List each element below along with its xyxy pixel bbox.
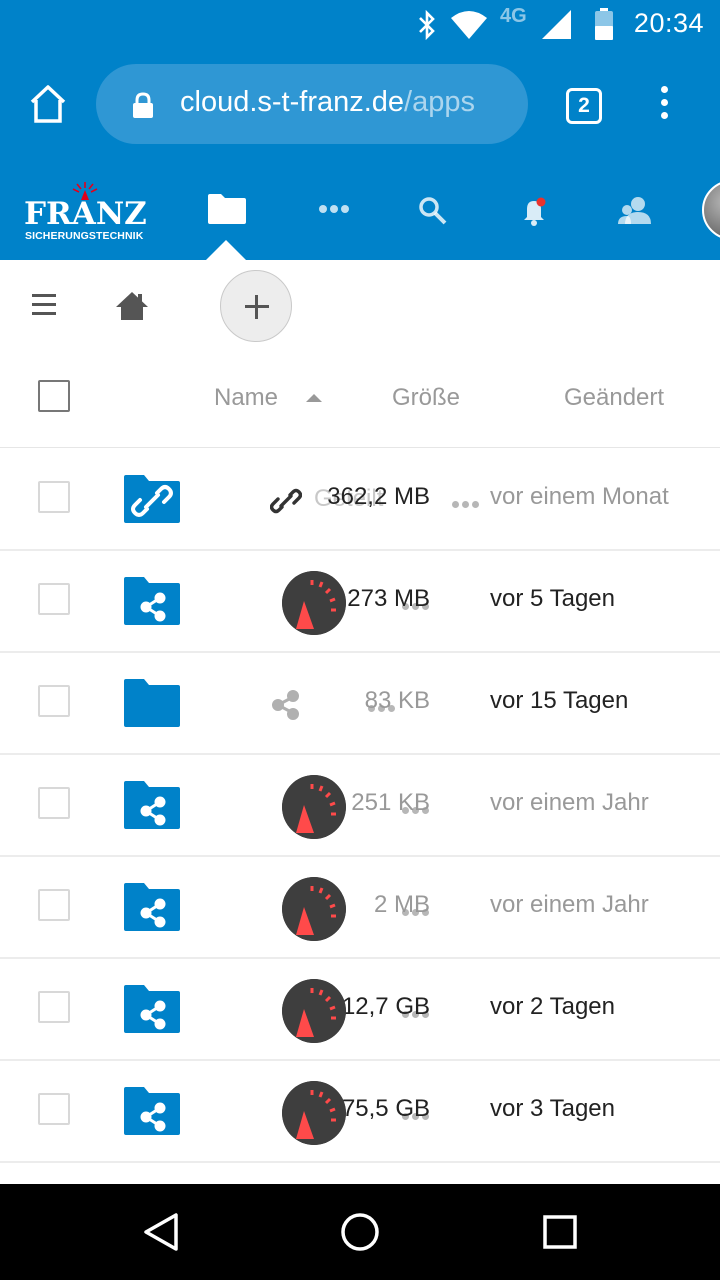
url-host: cloud.s-t-franz.de <box>180 86 405 118</box>
search-icon[interactable] <box>418 196 448 226</box>
shared-folder-icon[interactable] <box>124 1087 180 1135</box>
logo-subtitle: SICHERUNGSTECHNIK <box>25 230 144 242</box>
column-name-header[interactable]: Name <box>214 384 278 412</box>
lock-icon <box>133 92 153 118</box>
browser-home-icon[interactable] <box>26 82 70 126</box>
size-cell: 75,5 GB <box>341 1095 430 1122</box>
table-row[interactable]: Geteilt 362,2 MB vor einem Monat <box>0 449 720 551</box>
table-row[interactable]: 251 KB vor einem Jahr <box>0 755 720 857</box>
owner-avatar-icon[interactable] <box>282 571 346 635</box>
size-cell: 273 MB <box>347 585 430 612</box>
notifications-icon[interactable] <box>522 196 550 226</box>
table-row[interactable]: 2 MB vor einem Jahr <box>0 857 720 959</box>
size-cell: 2 MB <box>373 891 430 918</box>
owner-avatar-icon[interactable] <box>282 979 346 1043</box>
owner-avatar-icon[interactable] <box>282 1081 346 1145</box>
folder-icon[interactable] <box>124 679 180 727</box>
logo-wordmark: FRANZ <box>24 196 147 232</box>
url-path: /apps <box>404 86 475 118</box>
battery-icon <box>595 8 613 40</box>
link-folder-icon[interactable] <box>124 475 180 523</box>
contacts-icon[interactable] <box>618 196 652 226</box>
size-cell: 12,7 GB <box>341 993 430 1020</box>
table-row[interactable]: 75,5 GB vor 3 Tagen <box>0 1061 720 1163</box>
table-row[interactable]: 83 KB vor 15 Tagen <box>0 653 720 755</box>
url-text: cloud.s-t-franz.de/apps <box>180 86 475 119</box>
active-app-indicator <box>206 240 246 260</box>
table-row[interactable]: 273 MB vor 5 Tagen <box>0 551 720 653</box>
size-cell: 83 KB <box>364 687 430 714</box>
owner-avatar-icon[interactable] <box>282 877 346 941</box>
row-checkbox[interactable] <box>38 481 70 513</box>
modified-cell: vor einem Monat <box>490 483 669 510</box>
row-checkbox[interactable] <box>38 787 70 819</box>
wifi-icon <box>451 11 487 39</box>
size-cell: 251 KB <box>351 789 430 816</box>
owner-avatar-icon[interactable] <box>282 775 346 839</box>
status-bar: 4G 20:34 <box>0 0 720 48</box>
file-table-header: Name Größe Geändert <box>0 350 720 448</box>
navigation-toggle-icon[interactable] <box>32 294 56 316</box>
row-actions-icon[interactable] <box>452 495 488 508</box>
shared-folder-icon[interactable] <box>124 781 180 829</box>
files-icon[interactable] <box>208 194 246 224</box>
back-icon[interactable] <box>142 1212 180 1252</box>
share-icon[interactable] <box>270 689 302 721</box>
file-list: Geteilt 362,2 MB vor einem Monat 273 MB … <box>0 449 720 1163</box>
more-apps-icon[interactable] <box>318 204 350 214</box>
app-header: FRANZ SICHERUNGSTECHNIK <box>0 160 720 260</box>
modified-cell: vor einem Jahr <box>490 789 649 816</box>
cell-signal-icon <box>542 10 571 39</box>
user-avatar[interactable] <box>702 180 720 240</box>
link-icon[interactable] <box>270 485 302 517</box>
row-checkbox[interactable] <box>38 991 70 1023</box>
new-file-button[interactable] <box>220 270 292 342</box>
browser-menu-icon[interactable] <box>654 86 674 126</box>
modified-cell: vor 15 Tagen <box>490 687 629 714</box>
modified-cell: vor 3 Tagen <box>490 1095 615 1122</box>
column-modified-header[interactable]: Geändert <box>564 384 664 412</box>
table-row[interactable]: 12,7 GB vor 2 Tagen <box>0 959 720 1061</box>
sort-ascending-icon <box>306 394 322 402</box>
shared-folder-icon[interactable] <box>124 883 180 931</box>
home-nav-icon[interactable] <box>340 1212 380 1252</box>
column-size-header[interactable]: Größe <box>392 384 460 412</box>
select-all-checkbox[interactable] <box>38 380 70 412</box>
breadcrumb-home-icon[interactable] <box>116 290 148 320</box>
bluetooth-icon <box>419 10 435 40</box>
shared-folder-icon[interactable] <box>124 577 180 625</box>
android-navigation-bar <box>0 1184 720 1280</box>
shared-folder-icon[interactable] <box>124 985 180 1033</box>
row-checkbox[interactable] <box>38 889 70 921</box>
modified-cell: vor 5 Tagen <box>490 585 615 612</box>
row-checkbox[interactable] <box>38 1093 70 1125</box>
clock: 20:34 <box>633 8 704 38</box>
recents-icon[interactable] <box>542 1212 578 1252</box>
files-controls <box>0 260 720 350</box>
franz-logo[interactable]: FRANZ SICHERUNGSTECHNIK <box>24 182 150 242</box>
size-cell: 362,2 MB <box>327 483 430 510</box>
modified-cell: vor einem Jahr <box>490 891 649 918</box>
network-type: 4G <box>500 5 527 27</box>
address-bar[interactable]: cloud.s-t-franz.de/apps <box>96 64 528 144</box>
row-checkbox[interactable] <box>38 583 70 615</box>
row-checkbox[interactable] <box>38 685 70 717</box>
tab-switcher-button[interactable]: 2 <box>566 88 602 124</box>
modified-cell: vor 2 Tagen <box>490 993 615 1020</box>
browser-toolbar: cloud.s-t-franz.de/apps 2 <box>0 48 720 160</box>
